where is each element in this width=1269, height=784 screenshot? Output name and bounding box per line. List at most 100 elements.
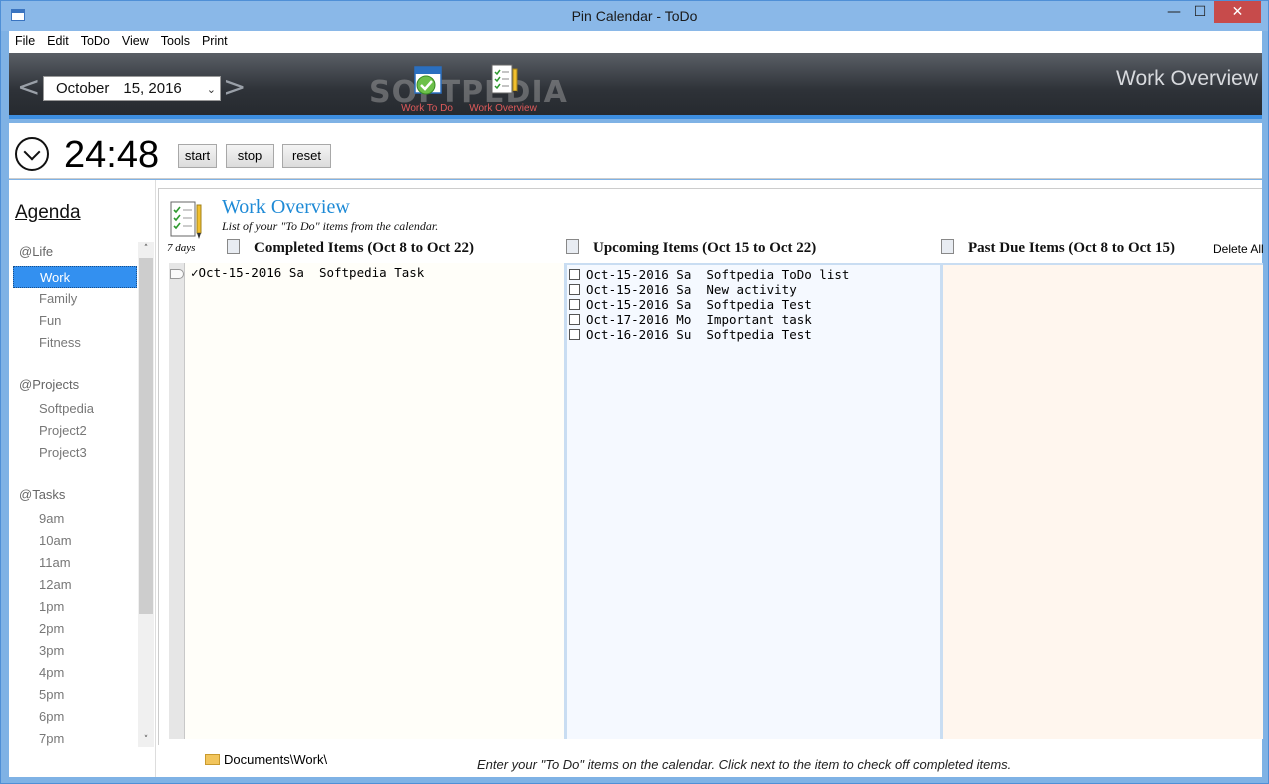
completed-heading-label: Completed Items (Oct 8 to Oct 22) xyxy=(254,240,474,256)
calendar-check-icon xyxy=(414,66,442,95)
sidebar-item-work[interactable]: Work xyxy=(13,266,137,288)
list-item[interactable]: ✓Oct-15-2016 Sa Softpedia Task xyxy=(191,265,424,280)
list-item[interactable]: Oct-15-2016 Sa Softpedia ToDo list xyxy=(569,267,849,282)
timer-bar: 24:48 start stop reset xyxy=(9,123,1262,179)
sidebar-item-1pm[interactable]: 1pm xyxy=(13,596,137,618)
timer-display: 24:48 xyxy=(64,134,160,176)
upcoming-item-text: Oct-16-2016 Su Softpedia Test xyxy=(586,327,812,342)
overview-subtitle: List of your "To Do" items from the cale… xyxy=(222,219,439,233)
group-tasks: @Tasks xyxy=(19,487,66,502)
pastdue-column xyxy=(940,263,1263,739)
menu-tools[interactable]: Tools xyxy=(155,31,196,48)
completed-item-text: Oct-15-2016 Sa Softpedia Task xyxy=(198,265,425,280)
menu-view[interactable]: View xyxy=(116,31,155,48)
scroll-up-icon[interactable]: ˄ xyxy=(138,242,154,256)
upcoming-item-text: Oct-15-2016 Sa Softpedia ToDo list xyxy=(586,267,850,282)
page-heading: Work Overview xyxy=(1116,67,1258,90)
sidebar-item-2pm[interactable]: 2pm xyxy=(13,618,137,640)
upcoming-item-text: Oct-17-2016 Mo Important task xyxy=(586,312,812,327)
date-month: October xyxy=(56,80,110,97)
delete-all-button[interactable]: Delete All xyxy=(1213,242,1263,256)
minimize-button[interactable]: — xyxy=(1161,1,1187,23)
sidebar-item-6pm[interactable]: 6pm xyxy=(13,706,137,728)
group-projects: @Projects xyxy=(19,377,80,392)
menu-file[interactable]: File xyxy=(9,31,41,48)
upcoming-item-text: Oct-15-2016 Sa New activity xyxy=(586,282,797,297)
agenda-sidebar: Agenda @Life Work Family Fun Fitness @Pr… xyxy=(9,180,156,777)
list-item[interactable]: Oct-17-2016 Mo Important task xyxy=(569,312,812,327)
maximize-button[interactable]: ☐ xyxy=(1187,1,1213,23)
scroll-down-icon[interactable]: ˅ xyxy=(138,733,154,747)
sidebar-item-family[interactable]: Family xyxy=(13,288,137,310)
checkbox[interactable] xyxy=(569,299,580,310)
list-item[interactable]: Oct-15-2016 Sa Softpedia Test xyxy=(569,297,812,312)
sidebar-item-project2[interactable]: Project2 xyxy=(13,420,137,442)
document-icon xyxy=(566,239,579,254)
sidebar-item-9am[interactable]: 9am xyxy=(13,508,137,530)
group-life: @Life xyxy=(19,244,54,259)
next-date-button[interactable]: > xyxy=(223,73,246,101)
agenda-title[interactable]: Agenda xyxy=(15,202,81,224)
prev-date-button[interactable]: < xyxy=(17,73,40,101)
scrollbar-thumb[interactable] xyxy=(139,258,153,614)
list-item[interactable]: Oct-16-2016 Su Softpedia Test xyxy=(569,327,812,342)
window-title: Pin Calendar - ToDo xyxy=(571,8,698,24)
completed-heading: Completed Items (Oct 8 to Oct 22) xyxy=(227,239,474,257)
sidebar-item-fun[interactable]: Fun xyxy=(13,310,137,332)
menu-todo[interactable]: ToDo xyxy=(75,31,116,48)
sidebar-item-project3[interactable]: Project3 xyxy=(13,442,137,464)
folder-icon xyxy=(205,754,220,765)
sidebar-item-10am[interactable]: 10am xyxy=(13,530,137,552)
overview-title: Work Overview xyxy=(222,196,350,218)
hint-text: Enter your "To Do" items on the calendar… xyxy=(477,757,1012,772)
sidebar-item-4pm[interactable]: 4pm xyxy=(13,662,137,684)
chevron-circle-down-icon[interactable] xyxy=(15,137,49,171)
chevron-down-icon[interactable]: ⌄ xyxy=(207,83,216,96)
completed-column: ✓Oct-15-2016 Sa Softpedia Task xyxy=(169,263,564,739)
stop-button[interactable]: stop xyxy=(226,144,274,168)
work-todo-label: Work To Do xyxy=(401,103,453,114)
header-banner: < October 15, 2016 ⌄ > SOFTPEDIA Work To … xyxy=(9,53,1262,119)
sidebar-item-3pm[interactable]: 3pm xyxy=(13,640,137,662)
checklist-pencil-icon xyxy=(170,201,202,239)
checkbox[interactable] xyxy=(569,329,580,340)
content-area: Agenda @Life Work Family Fun Fitness @Pr… xyxy=(9,180,1263,777)
date-day: 15, 2016 xyxy=(123,80,182,97)
sidebar-item-softpedia[interactable]: Softpedia xyxy=(13,398,137,420)
folder-path[interactable]: Documents\Work\ xyxy=(224,752,327,767)
days-label: 7 days xyxy=(167,242,196,254)
checkmark-icon: ✓ xyxy=(191,265,199,280)
title-bar[interactable]: Pin Calendar - ToDo — ☐ ✕ xyxy=(1,1,1268,31)
document-icon xyxy=(941,239,954,254)
date-picker[interactable]: October 15, 2016 ⌄ xyxy=(43,76,221,101)
upcoming-item-text: Oct-15-2016 Sa Softpedia Test xyxy=(586,297,812,312)
upcoming-heading-label: Upcoming Items (Oct 15 to Oct 22) xyxy=(593,240,817,256)
work-overview-label: Work Overview xyxy=(469,103,537,114)
overview-panel: 7 days Work Overview List of your "To Do… xyxy=(158,188,1263,745)
app-window: Pin Calendar - ToDo — ☐ ✕ File Edit ToDo Vi… xyxy=(0,0,1269,784)
menu-print[interactable]: Print xyxy=(196,31,234,48)
checkbox[interactable] xyxy=(569,314,580,325)
work-overview-button[interactable]: Work Overview xyxy=(463,61,543,117)
document-icon xyxy=(227,239,240,254)
sidebar-item-11am[interactable]: 11am xyxy=(13,552,137,574)
upcoming-column: Oct-15-2016 Sa Softpedia ToDo list Oct-1… xyxy=(564,263,940,739)
reset-button[interactable]: reset xyxy=(282,144,331,168)
status-bar: Documents\Work\ Enter your "To Do" items… xyxy=(9,746,1262,777)
checkbox[interactable] xyxy=(569,284,580,295)
checklist-pencil-icon xyxy=(491,64,518,96)
work-todo-button[interactable]: Work To Do xyxy=(387,61,467,117)
sidebar-item-fitness[interactable]: Fitness xyxy=(13,332,137,354)
menu-edit[interactable]: Edit xyxy=(41,31,75,48)
menu-bar: File Edit ToDo View Tools Print xyxy=(9,31,1262,53)
list-item[interactable]: Oct-15-2016 Sa New activity xyxy=(569,282,797,297)
checkbox[interactable] xyxy=(569,269,580,280)
sidebar-item-12am[interactable]: 12am xyxy=(13,574,137,596)
upcoming-heading: Upcoming Items (Oct 15 to Oct 22) xyxy=(566,239,816,257)
sidebar-item-5pm[interactable]: 5pm xyxy=(13,684,137,706)
strip-tab[interactable] xyxy=(170,269,184,279)
start-button[interactable]: start xyxy=(178,144,217,168)
sidebar-scrollbar[interactable]: ˄ ˅ xyxy=(138,242,154,747)
close-button[interactable]: ✕ xyxy=(1214,1,1261,23)
pastdue-heading-label: Past Due Items (Oct 8 to Oct 15) xyxy=(968,240,1176,256)
